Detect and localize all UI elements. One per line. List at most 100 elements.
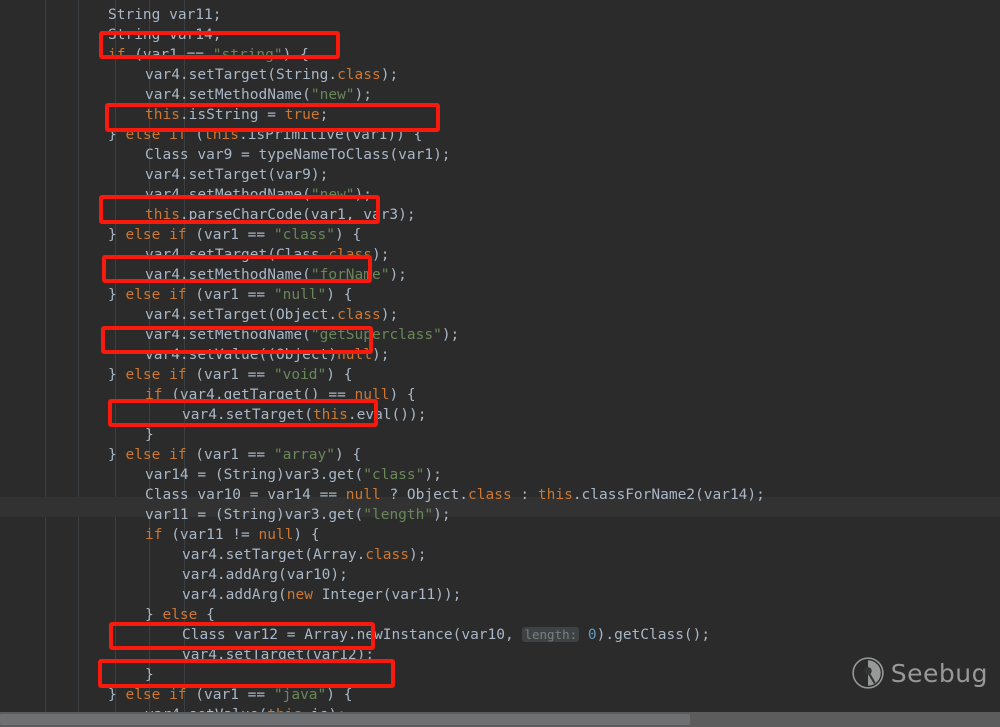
code-line[interactable]: } else if (var1 == "void") {: [0, 365, 352, 385]
code-line[interactable]: var4.setTarget(var12);: [0, 645, 374, 665]
code-token: class: [468, 487, 512, 503]
code-token: class: [365, 547, 409, 563]
code-line[interactable]: var14 = (String)var3.get("class");: [0, 465, 442, 485]
code-token: null: [258, 527, 294, 543]
code-token: .isPrimitive(var1)) {: [238, 127, 423, 143]
code-token: if: [145, 387, 163, 403]
code-token: Integer(var11));: [312, 587, 462, 603]
code-line[interactable]: Class var12 = Array.newInstance(var10, l…: [0, 625, 710, 645]
code-line[interactable]: } else if (this.isPrimitive(var1)) {: [0, 125, 422, 145]
code-token: {: [197, 607, 215, 623]
code-line[interactable]: var4.addArg(var10);: [0, 565, 348, 585]
code-token: (: [186, 127, 205, 143]
code-token: "null": [273, 287, 327, 303]
code-token: var4.setTarget(Object.: [145, 307, 338, 323]
code-token: }: [145, 427, 154, 443]
code-line[interactable]: var4.setTarget(var9);: [0, 165, 328, 185]
code-line[interactable]: if (var4.getTarget() == null) {: [0, 385, 416, 405]
code-token: null: [354, 387, 390, 403]
code-token: var4.setMethodName(: [145, 267, 311, 283]
code-line[interactable]: this.isString = true;: [0, 105, 328, 125]
code-token: :: [511, 487, 538, 503]
code-token: null: [337, 347, 372, 363]
code-token: Class var10 = var14 ==: [145, 487, 346, 503]
code-token: ) {: [335, 447, 362, 463]
code-token: this: [312, 407, 348, 423]
code-token: var4.setTarget(: [182, 407, 313, 423]
code-token: ).getClass();: [596, 627, 711, 643]
code-token: "getSuperclass": [310, 327, 442, 343]
code-token: var4.setValue((Object): [145, 347, 338, 363]
code-line[interactable]: Class var10 = var14 == null ? Object.cla…: [0, 485, 765, 505]
code-token: else if: [125, 447, 187, 463]
code-line[interactable]: var4.setMethodName("getSuperclass");: [0, 325, 459, 345]
code-line[interactable]: var4.setMethodName("new");: [0, 85, 372, 105]
code-token: }: [108, 127, 126, 143]
code-token: (var1 ==: [186, 367, 274, 383]
code-token: "new": [310, 187, 355, 203]
code-line[interactable]: } else if (var1 == "class") {: [0, 225, 361, 245]
code-token: var11;: [160, 7, 222, 23]
code-token: var4.setTarget(var12);: [182, 647, 375, 663]
code-token: ) {: [335, 227, 362, 243]
code-line[interactable]: }: [0, 665, 154, 685]
code-token: this: [204, 127, 239, 143]
code-line[interactable]: var4.setValue(this.is);: [0, 705, 346, 712]
code-line[interactable]: var4.setTarget(this.eval());: [0, 405, 426, 425]
code-line[interactable]: }: [0, 425, 154, 445]
code-token: }: [145, 667, 154, 683]
code-token: }: [108, 447, 126, 463]
code-line[interactable]: Class var9 = typeNameToClass(var1);: [0, 145, 451, 165]
code-token: var4.setTarget(Class.: [145, 247, 329, 263]
code-line[interactable]: var4.setTarget(String.class);: [0, 65, 398, 85]
code-line[interactable]: } else {: [0, 605, 215, 625]
code-token: class: [337, 307, 381, 323]
code-token: this: [145, 107, 180, 123]
code-token: .classForName2(var14);: [572, 487, 765, 503]
code-token: var4.addArg(: [182, 587, 287, 603]
code-line[interactable]: if (var11 != null) {: [0, 525, 320, 545]
code-line[interactable]: String var11;: [0, 5, 222, 25]
watermark-text: Seebug: [890, 658, 988, 688]
code-line[interactable]: if (var1 == "string") {: [0, 45, 309, 65]
code-token: var4.setTarget(var9);: [145, 167, 329, 183]
code-token: }: [108, 287, 126, 303]
code-line[interactable]: var4.setTarget(Object.class);: [0, 305, 398, 325]
code-line[interactable]: } else if (var1 == "null") {: [0, 285, 352, 305]
horizontal-scrollbar-thumb[interactable]: [0, 714, 690, 725]
code-token: var4.setTarget(Array.: [182, 547, 366, 563]
code-token: else if: [125, 127, 187, 143]
code-line[interactable]: var4.setValue((Object)null);: [0, 345, 389, 365]
code-line[interactable]: String var14;: [0, 25, 222, 45]
code-token: }: [145, 607, 163, 623]
code-token: "class": [273, 227, 335, 243]
code-line[interactable]: } else if (var1 == "java") {: [0, 685, 352, 705]
code-line[interactable]: var4.setMethodName("forName");: [0, 265, 407, 285]
code-line[interactable]: var4.setTarget(Array.class);: [0, 545, 426, 565]
code-token: (var1 ==: [186, 447, 274, 463]
code-token: var4.addArg(var10);: [182, 567, 348, 583]
code-token: else if: [125, 287, 187, 303]
code-line[interactable]: this.parseCharCode(var1, var3);: [0, 205, 416, 225]
code-token: if: [145, 527, 163, 543]
code-token: else: [162, 607, 198, 623]
code-editor[interactable]: String var11; String var14; if (var1 == "s…: [0, 0, 1000, 712]
code-token: );: [371, 347, 390, 363]
code-line[interactable]: var4.addArg(new Integer(var11));: [0, 585, 461, 605]
code-line[interactable]: var4.setMethodName("new");: [0, 185, 372, 205]
code-token: }: [108, 227, 126, 243]
code-line[interactable]: var4.setTarget(Class.class);: [0, 245, 389, 265]
horizontal-scrollbar[interactable]: [0, 712, 1000, 727]
code-token: length:: [522, 627, 580, 642]
code-token: );: [433, 507, 451, 523]
code-token: ) {: [282, 47, 309, 63]
code-token: (var1 ==: [125, 47, 213, 63]
code-line[interactable]: var11 = (String)var3.get("length");: [0, 505, 451, 525]
code-token: ? Object.: [380, 487, 469, 503]
code-token: }: [108, 367, 126, 383]
code-line[interactable]: } else if (var1 == "array") {: [0, 445, 361, 465]
code-token: Class var12 = Array.newInstance(var10,: [182, 627, 523, 643]
code-token: );: [380, 67, 399, 83]
code-token: else if: [125, 687, 187, 703]
code-token: }: [108, 687, 126, 703]
